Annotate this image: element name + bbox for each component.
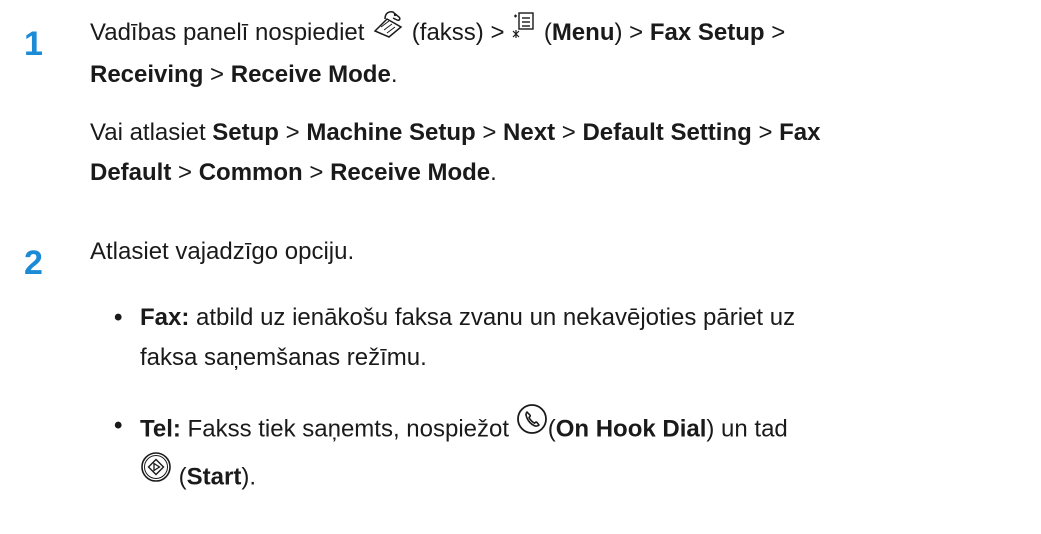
tel-desc: Fakss tiek saņemts, nospiežot (180, 415, 516, 443)
menu-open-paren: ( (543, 18, 552, 46)
fax-label: (fakss) > (411, 18, 505, 46)
fax-icon (371, 9, 405, 52)
bullet-fax-line-2: faksa saņemšanas režīmu. (140, 344, 427, 371)
fax-desc-1: atbild uz ienākošu faksa zvanu un nekavē… (189, 304, 796, 331)
bullet-dot: • (114, 412, 123, 439)
menu-label: Menu (551, 18, 615, 46)
on-hook-label: On Hook Dial (555, 415, 707, 443)
bullet-fax-line-1: Fax: atbild uz ienākošu faksa zvanu un n… (140, 298, 1020, 338)
bullet-fax-body: Fax: atbild uz ienākošu faksa zvanu un n… (140, 298, 1020, 378)
tel-term: Tel: (140, 415, 181, 443)
alt-prefix: Vai atlasiet (90, 119, 213, 146)
bullet-tel: • Tel: Fakss tiek saņemts, nospiežot (On… (114, 403, 1034, 506)
start-close: ). (241, 463, 257, 491)
step-1-alt-line-2: Default > Common > Receive Mode. (90, 153, 1035, 193)
receive-mode-label-2: Receive Mode (330, 159, 491, 186)
fax-setup-label: Fax Setup (649, 18, 765, 46)
machine-setup-label: Machine Setup (306, 119, 476, 146)
start-icon (140, 451, 172, 499)
step-1-text: Vadības panelī nospiediet (fakss) > (Men… (90, 9, 1035, 193)
separator: > (764, 18, 786, 46)
fax-term: Fax: (140, 304, 190, 331)
bullet-fax: • Fax: atbild uz ienākošu faksa zvanu un… (114, 298, 1034, 380)
separator: > (475, 119, 504, 146)
default-word: Default (90, 159, 172, 186)
step-1-line-2: Receiving > Receive Mode. (90, 55, 1035, 95)
step-2-intro: Atlasiet vajadzīgo opciju. (90, 238, 355, 265)
separator: > (302, 159, 331, 186)
separator: > (278, 119, 307, 146)
setup-label: Setup (212, 119, 279, 146)
step-number-1: 1 (24, 25, 43, 63)
menu-icon (511, 10, 537, 51)
default-setting-label: Default Setting (582, 119, 752, 146)
receiving-label: Receiving (90, 61, 204, 88)
next-label: Next (503, 119, 556, 146)
step-1-prefix: Vadības panelī nospiediet (90, 18, 365, 46)
start-label: Start (186, 463, 242, 491)
step-1-alt-line-1: Vai atlasiet Setup > Machine Setup > Nex… (90, 113, 1035, 153)
on-hook-dial-icon (516, 403, 548, 451)
separator: > (555, 119, 583, 146)
bullet-tel-line-1: Tel: Fakss tiek saņemts, nospiežot (On H… (140, 403, 1020, 454)
separator: > (171, 159, 199, 186)
period: . (490, 159, 497, 186)
separator: > (751, 119, 780, 146)
period: . (390, 61, 398, 88)
step-number-2: 2 (24, 244, 43, 282)
start-open: ( (172, 463, 187, 491)
on-hook-open: ( (547, 415, 556, 443)
receive-mode-label: Receive Mode (230, 61, 391, 88)
common-label: Common (198, 159, 303, 186)
separator: > (203, 61, 231, 88)
on-hook-close: ) un tad (706, 415, 788, 443)
bullet-tel-body: Tel: Fakss tiek saņemts, nospiežot (On H… (140, 403, 1020, 502)
menu-close-paren: ) > (614, 18, 644, 46)
bullet-dot: • (114, 304, 123, 331)
step-1-line-1: Vadības panelī nospiediet (fakss) > (Men… (90, 9, 1035, 55)
fax-word: Fax (779, 119, 821, 146)
bullet-tel-line-2: (Start). (140, 451, 1020, 502)
